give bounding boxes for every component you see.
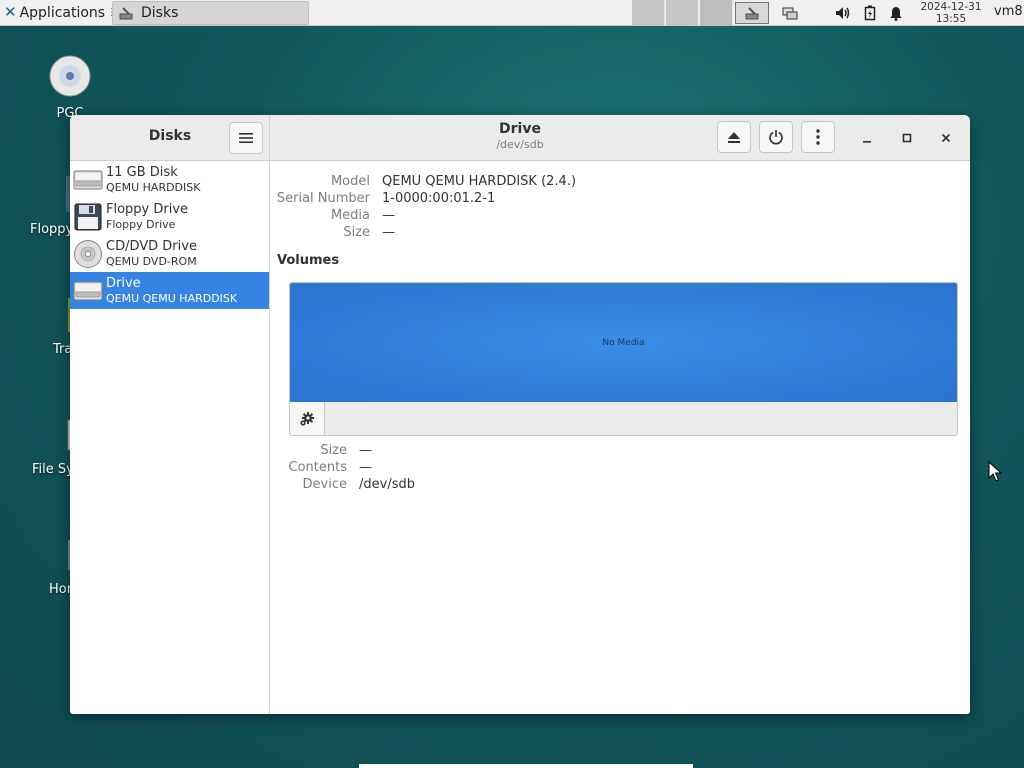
xfce-logo-icon: ✕: [4, 3, 17, 21]
media-value: —: [382, 208, 395, 223]
model-value: QEMU QEMU HARDDISK (2.4.): [382, 174, 577, 189]
workspace-3-button[interactable]: [700, 0, 733, 26]
bottom-panel-edge: [359, 764, 693, 768]
clock-time: 13:55: [935, 13, 967, 25]
size-value: —: [382, 225, 395, 240]
minimize-button[interactable]: [858, 129, 876, 147]
close-icon: [941, 133, 951, 143]
drive-item-floppy[interactable]: Floppy Drive Floppy Drive: [70, 198, 269, 235]
volumes-heading: Volumes: [277, 253, 340, 268]
battery-icon[interactable]: [861, 4, 879, 22]
model-label: Model: [330, 174, 370, 189]
volume-options-button[interactable]: [290, 402, 325, 435]
drive-model: QEMU QEMU HARDDISK: [106, 291, 238, 305]
volume-device-row: Device /dev/sdb: [271, 476, 415, 493]
power-off-button[interactable]: [759, 121, 793, 153]
maximize-icon: [902, 133, 912, 143]
drive-item-11gb-disk[interactable]: 11 GB Disk QEMU HARDDISK: [70, 161, 269, 198]
desktop-icon-pgc[interactable]: PGC: [30, 54, 110, 121]
workspace-4-button[interactable]: [735, 2, 769, 24]
floppy-icon: [70, 203, 106, 231]
mouse-pointer-icon: [988, 460, 1003, 487]
size-row: Size —: [271, 224, 395, 241]
cd-disc-icon: [30, 54, 110, 102]
disks-app-icon: [119, 7, 133, 20]
applications-menu-button[interactable]: ✕ Applications ☰: [0, 0, 124, 26]
network-icon[interactable]: [781, 4, 799, 22]
main-menu-button[interactable]: [229, 122, 263, 154]
power-icon: [769, 130, 783, 145]
taskbar-disks-button[interactable]: Disks: [112, 1, 309, 25]
no-media-label: No Media: [602, 337, 645, 348]
eject-button[interactable]: [717, 121, 751, 153]
volume-contents-value: —: [359, 460, 372, 475]
top-panel: ✕ Applications ☰ Disks 2024-12-31 13:55 …: [0, 0, 1024, 26]
workspace-2-button[interactable]: [666, 0, 699, 26]
volume-device-label: Device: [302, 477, 347, 492]
clock-date: 2024-12-31: [920, 1, 982, 13]
disks-mini-icon: [745, 7, 759, 20]
drive-model: QEMU DVD-ROM: [106, 254, 197, 268]
sidebar-header: Disks: [70, 115, 270, 161]
drive-details-pane: Model QEMU QEMU HARDDISK (2.4.) Serial N…: [271, 161, 970, 714]
size-label: Size: [343, 225, 370, 240]
user-menu[interactable]: vm8: [994, 4, 1023, 19]
media-row: Media —: [271, 207, 395, 224]
drive-name: Drive: [106, 275, 141, 291]
hamburger-icon: [239, 133, 253, 143]
vertical-dots-icon: [816, 129, 820, 145]
taskbar-disks-label: Disks: [141, 5, 179, 21]
volume-size-value: —: [359, 443, 372, 458]
volume-size-label: Size: [320, 443, 347, 458]
notification-bell-icon[interactable]: [887, 4, 905, 22]
gear-icon: [300, 411, 314, 426]
volume-map: No Media: [289, 282, 958, 436]
volume-contents-label: Contents: [288, 460, 347, 475]
volume-icon[interactable]: [834, 4, 852, 22]
window-subtitle: /dev/sdb: [496, 138, 544, 151]
serial-value: 1-0000:00:01.2-1: [382, 191, 496, 206]
drive-item-drive-selected[interactable]: Drive QEMU QEMU HARDDISK: [70, 272, 269, 309]
headerbar: Disks Drive /dev/sdb: [70, 115, 970, 161]
drive-model: Floppy Drive: [106, 217, 176, 231]
window-title-area: Drive /dev/sdb: [270, 121, 770, 151]
volume-device-value: /dev/sdb: [359, 477, 415, 492]
harddisk-icon: [70, 167, 106, 193]
maximize-button[interactable]: [898, 129, 916, 147]
serial-label: Serial Number: [276, 191, 370, 206]
window-title: Drive: [499, 121, 541, 137]
volume-size-row: Size —: [271, 442, 372, 459]
media-label: Media: [330, 208, 370, 223]
drive-item-cd-dvd[interactable]: CD/DVD Drive QEMU DVD-ROM: [70, 235, 269, 272]
drive-model: QEMU HARDDISK: [106, 180, 201, 194]
drive-name: 11 GB Disk: [106, 164, 178, 180]
drive-name: Floppy Drive: [106, 201, 189, 217]
volume-no-media-block[interactable]: No Media: [290, 283, 957, 402]
drive-name: CD/DVD Drive: [106, 238, 197, 254]
drive-options-button[interactable]: [801, 121, 835, 153]
model-row: Model QEMU QEMU HARDDISK (2.4.): [271, 173, 576, 190]
disks-window: Disks Drive /dev/sdb 11 GB Disk QEMU HAR…: [70, 115, 970, 714]
eject-icon: [728, 131, 740, 143]
volume-contents-row: Contents —: [271, 459, 372, 476]
harddisk-icon: [70, 278, 106, 304]
workspace-1-button[interactable]: [632, 0, 665, 26]
applications-label: Applications: [19, 4, 106, 21]
serial-row: Serial Number 1-0000:00:01.2-1: [271, 190, 495, 207]
clock[interactable]: 2024-12-31 13:55: [916, 1, 986, 25]
drive-list: 11 GB Disk QEMU HARDDISK Floppy Drive Fl…: [70, 161, 270, 714]
close-button[interactable]: [937, 129, 955, 147]
minimize-icon: [863, 141, 871, 143]
optical-disc-icon: [70, 239, 106, 269]
